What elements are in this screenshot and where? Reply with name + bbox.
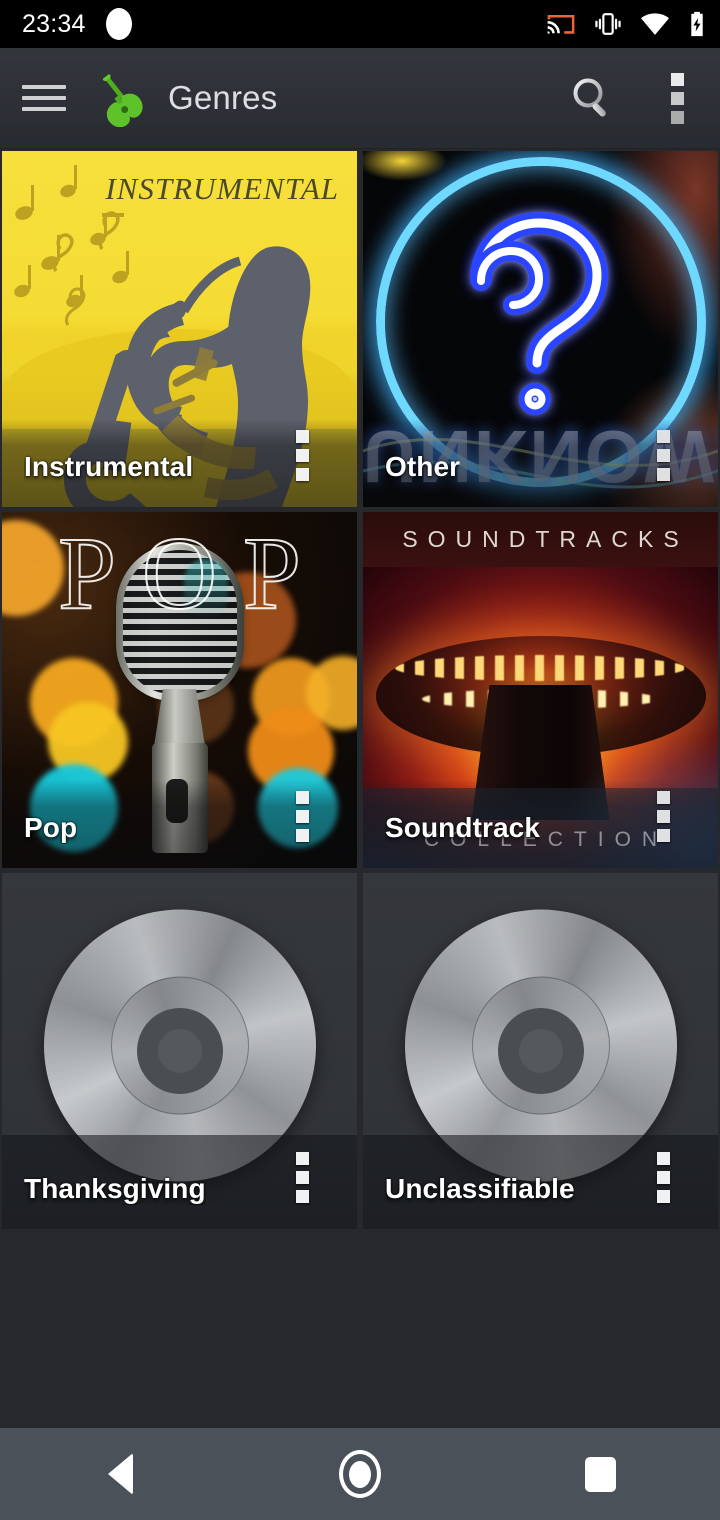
genre-tile-unclassifiable[interactable]: Unclassifiable [363,873,718,1229]
recents-nav-button[interactable] [540,1428,660,1520]
tile-overflow-menu-icon[interactable] [657,1152,670,1203]
vibrate-icon [595,13,621,35]
home-nav-icon [339,1450,381,1498]
status-bar: 23:34 [0,0,720,48]
search-icon[interactable] [569,75,615,121]
genre-tile-soundtrack[interactable]: SOUNDTRACKS COLLECTION Soundtrack [363,512,718,868]
app-bar-actions [569,69,698,128]
soundtracks-text: SOUNDTRACKS [402,526,689,552]
tile-artwork-text-top: SOUNDTRACKS [363,512,718,567]
genres-grid: INSTRUMENTAL Instrumental UNKNOW Other P… [0,149,720,1229]
wifi-icon [641,13,669,35]
tile-label: Pop [24,812,78,843]
tile-artwork-text: INSTRUMENTAL [105,171,339,206]
tile-label: Soundtrack [385,812,541,843]
hamburger-menu-icon[interactable] [22,82,66,114]
battery-charging-icon [691,11,703,37]
genre-tile-other[interactable]: UNKNOWN Other [363,151,718,507]
tile-overflow-menu-icon[interactable] [296,1152,309,1203]
status-bar-clock: 23:34 [22,9,86,38]
page-title: Genres [168,79,278,116]
tile-label: Other [385,451,461,482]
tile-overflow-menu-icon[interactable] [657,430,670,481]
tile-label: Instrumental [24,451,194,482]
app-bar: Genres [0,48,720,149]
genre-tile-thanksgiving[interactable]: Thanksgiving [2,873,357,1229]
status-bar-icons [546,11,706,37]
home-nav-button[interactable] [300,1428,420,1520]
genre-tile-pop[interactable]: POP Pop [2,512,357,868]
genre-tile-instrumental[interactable]: INSTRUMENTAL Instrumental [2,151,357,507]
camera-dot-icon [105,8,132,40]
guitar-icon [102,74,143,127]
tile-artwork-text: POP [57,516,327,631]
recents-nav-icon [584,1456,616,1492]
tile-overflow-menu-icon[interactable] [296,430,309,481]
tile-label: Unclassifiable [385,1173,575,1204]
cast-icon [547,14,575,34]
tile-overflow-menu-icon[interactable] [657,791,670,842]
back-nav-icon [107,1453,133,1495]
tile-overflow-menu-icon[interactable] [296,791,309,842]
tile-label: Thanksgiving [24,1173,206,1204]
back-nav-button[interactable] [60,1428,180,1520]
overflow-menu-icon[interactable] [667,69,688,128]
system-navigation-bar [0,1428,720,1520]
